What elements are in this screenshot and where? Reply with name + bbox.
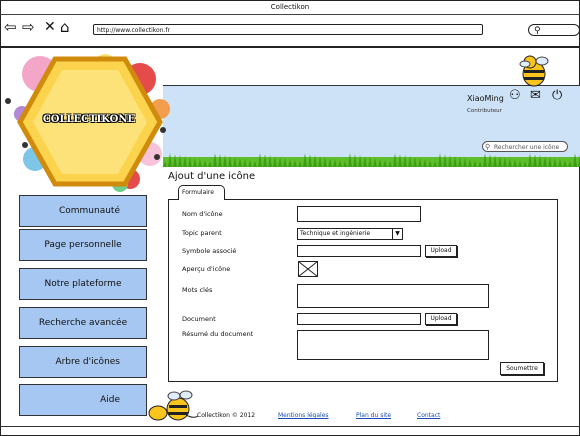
summary-textarea[interactable] (297, 330, 489, 360)
search-icon: ⚲ (534, 26, 541, 36)
browser-search-field[interactable]: ⚲ (528, 24, 580, 36)
sidebar-item-aide[interactable]: Aide (19, 384, 147, 416)
username[interactable]: XiaoMing (467, 94, 504, 103)
topic-select[interactable]: Technique et ingénierie ▼ (297, 228, 403, 240)
document-label: Document (182, 315, 216, 323)
window-title: Collectikon (0, 0, 580, 15)
submit-button[interactable]: Soumettre (500, 362, 544, 375)
user-role: Contributeur (467, 108, 502, 114)
sidebar-item-label: Communauté (58, 206, 120, 216)
mail-icon[interactable]: ✉ (530, 88, 541, 103)
sidebar-item-recherche-avancee[interactable]: Recherche avancée (19, 307, 147, 339)
search-icon: ⚲ (485, 143, 491, 151)
icon-search-input[interactable]: ⚲ Rechercher une icône (482, 141, 568, 152)
chevron-down-icon: ▼ (392, 229, 402, 239)
symbol-input[interactable] (297, 245, 421, 257)
sidebar-item-page-personnelle[interactable]: Page personnelle (19, 229, 147, 261)
tab-formulaire[interactable]: Formulaire (178, 185, 225, 200)
footer-link-mentions-legales[interactable]: Mentions légales (278, 412, 329, 419)
footer-copyright: Collectikon © 2012 (197, 412, 256, 419)
keywords-label: Mots clés (182, 286, 213, 294)
summary-label: Résumé du document (182, 330, 254, 338)
icon-preview-image-placeholder (298, 261, 318, 277)
sidebar-item-label: Arbre d'icônes (55, 357, 120, 367)
symbol-upload-button[interactable]: Upload (425, 245, 457, 257)
keywords-input[interactable] (297, 284, 489, 308)
symbol-label: Symbole associé (182, 247, 237, 255)
topic-select-value: Technique et ingénierie (300, 230, 371, 237)
footer-divider (0, 426, 580, 427)
topic-label: Topic parent (182, 229, 222, 237)
bee-mascot-icon (519, 55, 549, 87)
search-placeholder: Rechercher une icône (494, 144, 560, 151)
document-input[interactable] (297, 313, 421, 325)
sidebar-item-arbre-icones[interactable]: Arbre d'icônes (19, 346, 147, 378)
forward-icon[interactable]: ⇨ (22, 18, 35, 36)
sidebar-item-label: Recherche avancée (38, 318, 128, 328)
user-icon[interactable]: ⚇ (509, 88, 521, 103)
page-title: Ajout d'une icône (168, 171, 256, 182)
sidebar-item-communaute[interactable]: Communauté (19, 195, 147, 227)
document-upload-button[interactable]: Upload (425, 313, 457, 325)
close-icon[interactable]: ✕ (44, 18, 56, 36)
footer-link-plan-du-site[interactable]: Plan du site (356, 412, 391, 419)
sidebar-item-label: Aide (100, 395, 120, 405)
back-icon[interactable]: ⇦ (4, 18, 17, 36)
name-label: Nom d'icône (182, 210, 223, 218)
sidebar-item-label: Page personnelle (44, 240, 122, 250)
logo-text: COLLECTIKONE (42, 114, 136, 125)
bee-mascot-footer-icon (148, 390, 198, 421)
sidebar-item-label: Notre plateforme (44, 279, 122, 289)
footer-link-contact[interactable]: Contact (417, 412, 440, 419)
preview-label: Aperçu d'icône (182, 265, 231, 273)
power-icon[interactable]: ⏻ (552, 88, 562, 103)
home-icon[interactable]: ⌂ (60, 18, 70, 36)
url-bar[interactable]: http://www.collectikon.fr (93, 24, 483, 35)
icon-name-input[interactable] (297, 206, 421, 222)
sidebar-item-notre-plateforme[interactable]: Notre plateforme (19, 268, 147, 300)
